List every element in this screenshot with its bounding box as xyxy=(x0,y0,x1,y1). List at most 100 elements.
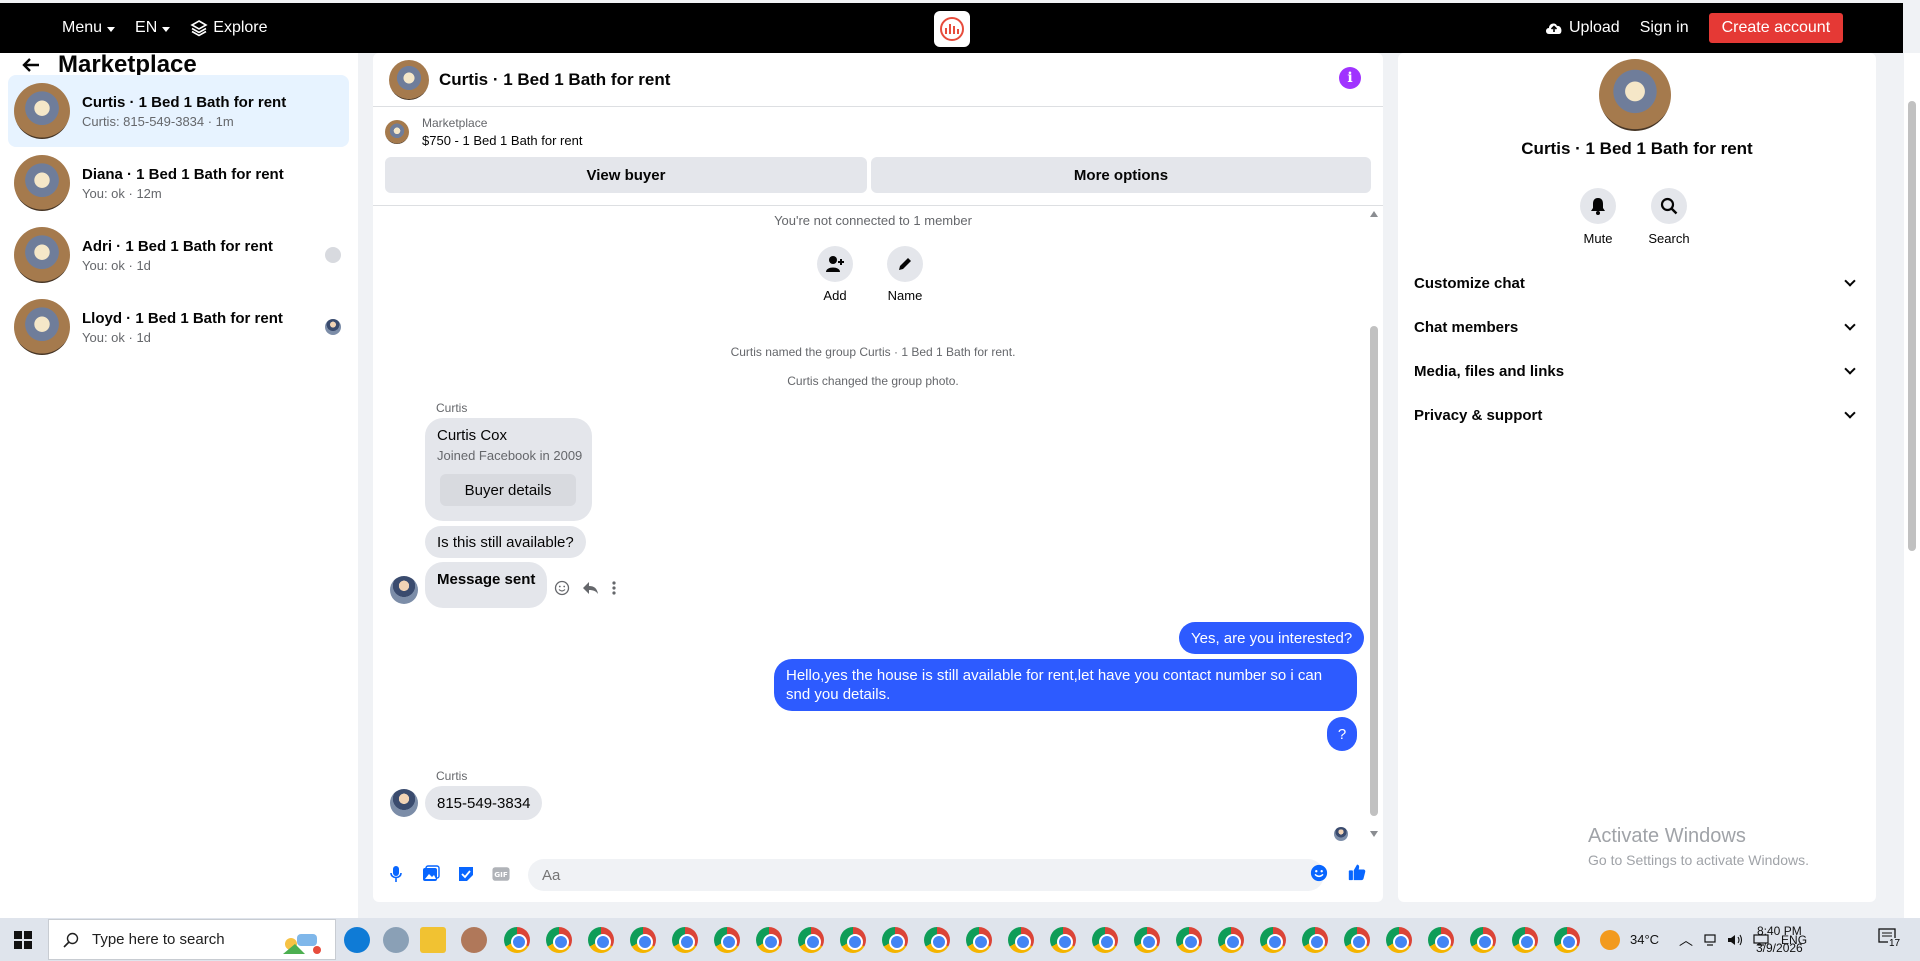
reply-icon[interactable] xyxy=(582,580,599,596)
chrome-window-icon[interactable] xyxy=(882,927,908,953)
tray-chevron-up-icon[interactable]: ︿ xyxy=(1679,930,1693,950)
buyer-card-joined: Joined Facebook in 2009 xyxy=(437,448,583,463)
section-label: Customize chat xyxy=(1414,274,1525,292)
mute-label: Mute xyxy=(1583,231,1613,246)
chrome-window-icon[interactable] xyxy=(546,927,572,953)
chrome-window-icon[interactable] xyxy=(1218,927,1244,953)
weather-sun-icon[interactable] xyxy=(1600,929,1620,950)
chrome-window-icon[interactable] xyxy=(1302,927,1328,953)
section-privacy-support[interactable]: Privacy & support xyxy=(1414,397,1860,433)
chrome-window-icon[interactable] xyxy=(924,927,950,953)
chrome-window-icon[interactable] xyxy=(504,927,530,953)
chrome-window-icon[interactable] xyxy=(1344,927,1370,953)
chrome-window-icon[interactable] xyxy=(1428,927,1454,953)
section-media-files-links[interactable]: Media, files and links xyxy=(1414,353,1860,389)
chevron-down-icon xyxy=(1844,319,1856,331)
thread-scrollbar[interactable] xyxy=(1369,206,1379,846)
pinned-app-icon[interactable] xyxy=(461,927,487,953)
chat-details-panel: Curtis · 1 Bed 1 Bath for rent Mute Sear… xyxy=(1398,53,1876,902)
chrome-window-icon[interactable] xyxy=(1134,927,1160,953)
explore-button[interactable]: Explore xyxy=(190,19,268,37)
temperature-readout[interactable]: 34°C xyxy=(1630,932,1659,947)
file-explorer-icon[interactable] xyxy=(420,927,446,953)
react-emoji-icon[interactable] xyxy=(554,580,570,596)
chrome-window-icon[interactable] xyxy=(588,927,614,953)
chrome-window-icon[interactable] xyxy=(1008,927,1034,953)
upload-button[interactable]: Upload xyxy=(1544,19,1620,37)
conversation-item-diana[interactable]: Diana · 1 Bed 1 Bath for rent You: ok · … xyxy=(8,147,349,219)
incoming-message-number: 815-549-3834 xyxy=(425,786,543,820)
details-title: Curtis · 1 Bed 1 Bath for rent xyxy=(1521,139,1753,158)
logo-mark xyxy=(940,17,964,41)
chrome-window-icon[interactable] xyxy=(630,927,656,953)
edit-name-button[interactable] xyxy=(887,246,923,282)
chrome-window-icon[interactable] xyxy=(840,927,866,953)
chat-avatar[interactable] xyxy=(389,59,429,100)
sender-name: Curtis xyxy=(436,769,468,783)
more-options-button[interactable]: More options xyxy=(871,157,1371,193)
page-scrollbar[interactable] xyxy=(1904,53,1920,918)
app-icon[interactable] xyxy=(383,927,409,953)
conversation-item-curtis[interactable]: Curtis · 1 Bed 1 Bath for rent Curtis: 8… xyxy=(8,75,349,147)
microphone-icon[interactable] xyxy=(387,865,405,883)
chrome-window-icon[interactable] xyxy=(1050,927,1076,953)
message-thread[interactable]: You're not connected to 1 member Add Nam… xyxy=(373,205,1383,845)
search-button[interactable]: Search xyxy=(1639,188,1699,246)
section-customize-chat[interactable]: Customize chat xyxy=(1414,265,1860,301)
add-member-button[interactable] xyxy=(817,246,853,282)
chrome-window-icon[interactable] xyxy=(1092,927,1118,953)
signin-link[interactable]: Sign in xyxy=(1640,19,1689,37)
chrome-window-icon[interactable] xyxy=(1512,927,1538,953)
taskbar-clock[interactable]: 8:40 PM 3/9/2026 xyxy=(1756,923,1803,957)
windows-start-icon[interactable] xyxy=(14,931,32,949)
notification-count: 17 xyxy=(1888,938,1902,949)
scroll-thumb[interactable] xyxy=(1370,326,1378,816)
conversation-avatar xyxy=(14,227,70,283)
message-input[interactable] xyxy=(528,859,1324,891)
sticker-icon[interactable] xyxy=(457,865,475,883)
scroll-down-arrow[interactable] xyxy=(1370,831,1378,837)
buyer-details-button[interactable]: Buyer details xyxy=(440,474,576,506)
marketplace-listing[interactable]: Marketplace $750 - 1 Bed 1 Bath for rent xyxy=(385,116,582,148)
create-account-button[interactable]: Create account xyxy=(1708,13,1844,43)
view-buyer-button[interactable]: View buyer xyxy=(385,157,867,193)
more-vertical-icon[interactable] xyxy=(611,580,617,596)
chrome-window-icon[interactable] xyxy=(672,927,698,953)
info-icon[interactable]: i xyxy=(1339,67,1361,89)
chevron-down-icon xyxy=(162,26,171,32)
chrome-window-icon[interactable] xyxy=(1260,927,1286,953)
chrome-window-icon[interactable] xyxy=(798,927,824,953)
chrome-window-icon[interactable] xyxy=(1470,927,1496,953)
back-arrow-icon[interactable] xyxy=(22,57,40,73)
emoji-icon[interactable] xyxy=(1310,864,1328,882)
taskbar-search-box[interactable]: Type here to search xyxy=(48,919,336,960)
network-icon[interactable] xyxy=(1703,933,1717,947)
volume-icon[interactable] xyxy=(1727,933,1743,947)
conversation-item-adri[interactable]: Adri · 1 Bed 1 Bath for rent You: ok · 1… xyxy=(8,219,349,291)
thumbs-up-icon[interactable] xyxy=(1348,863,1366,881)
system-message-named: Curtis named the group Curtis · 1 Bed 1 … xyxy=(730,345,1016,359)
gif-icon[interactable]: GIF xyxy=(492,865,510,883)
section-chat-members[interactable]: Chat members xyxy=(1414,309,1860,345)
menu-button[interactable]: Menu xyxy=(62,19,116,37)
listing-title: $750 - 1 Bed 1 Bath for rent xyxy=(422,133,583,148)
chrome-window-icon[interactable] xyxy=(966,927,992,953)
mute-button[interactable]: Mute xyxy=(1568,188,1628,246)
windows-taskbar: Type here to search 34°C ︿ ENG 8:40 PM 3… xyxy=(0,918,1920,961)
group-avatar xyxy=(1599,59,1671,131)
chrome-window-icon[interactable] xyxy=(1386,927,1412,953)
edge-app-icon[interactable] xyxy=(344,927,370,953)
notification-center-button[interactable]: 17 xyxy=(1878,928,1904,952)
chrome-window-icon[interactable] xyxy=(1176,927,1202,953)
chevron-down-icon xyxy=(1844,407,1856,419)
sender-name: Curtis xyxy=(436,401,468,415)
photo-icon[interactable] xyxy=(422,865,440,883)
chrome-window-icon[interactable] xyxy=(756,927,782,953)
chrome-window-icon[interactable] xyxy=(1554,927,1580,953)
chrome-window-icon[interactable] xyxy=(714,927,740,953)
page-scroll-thumb[interactable] xyxy=(1908,101,1916,551)
language-button[interactable]: EN xyxy=(135,19,171,37)
site-logo[interactable] xyxy=(934,11,970,47)
conversation-item-lloyd[interactable]: Lloyd · 1 Bed 1 Bath for rent You: ok · … xyxy=(8,291,349,363)
scroll-up-arrow[interactable] xyxy=(1370,211,1378,217)
